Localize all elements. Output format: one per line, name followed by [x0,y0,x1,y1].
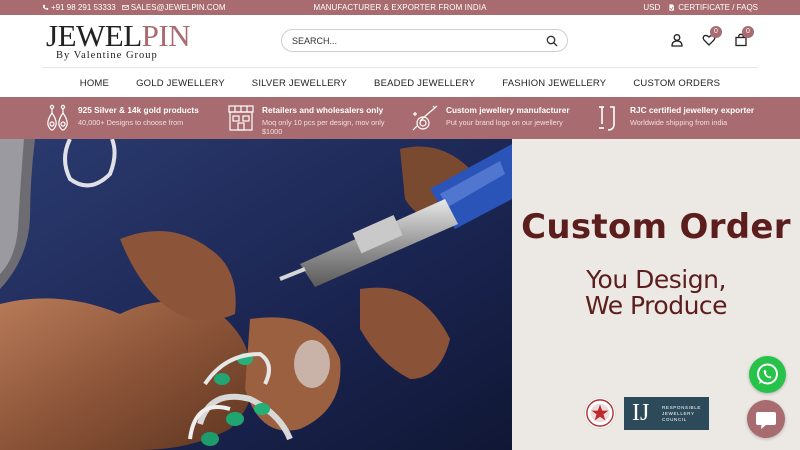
chat-button[interactable] [747,400,785,438]
document-icon [669,4,675,11]
rjc-text-line: COUNCIL [662,417,687,422]
hero-headline: Custom Order [521,207,791,247]
certificate-faqs-label: CERTIFICATE / FAQS [678,3,758,12]
rjc-logo: IJ RESPONSIBLE JEWELLERY COUNCIL [624,397,709,430]
nav-silver-jewellery[interactable]: SILVER JEWELLERY [238,68,360,97]
cart-button[interactable]: 0 [734,26,754,47]
feature-description: Put your brand logo on our jewellery [446,118,563,127]
earrings-icon [47,104,68,131]
nav-fashion-jewellery[interactable]: FASHION JEWELLERY [489,68,620,97]
nav-beaded-jewellery[interactable]: BEADED JEWELLERY [361,68,489,97]
hero-line-2: We Produce [584,291,728,320]
search-input[interactable] [292,33,532,49]
feature-products: 925 Silver & 14k gold products 40,000+ D… [43,102,213,136]
nav-custom-orders[interactable]: CUSTOM ORDERS [620,68,734,97]
main-nav: HOME GOLD JEWELLERY SILVER JEWELLERY BEA… [0,68,800,97]
logo-wordmark: JEWELPIN [46,20,191,51]
header: JEWELPIN By Valentine Group 0 0 [0,15,800,67]
certificate-faqs-link[interactable]: CERTIFICATE / FAQS [668,3,758,12]
search-bar [281,29,568,52]
search-icon[interactable] [546,35,558,47]
certification-seal-icon [584,397,616,429]
rjc-logo-mark: IJ [632,400,650,426]
jeweller-at-work-photo [0,139,512,450]
logo-jewel: JEWEL [46,18,142,53]
feature-title: Retailers and wholesalers only [262,105,384,115]
whatsapp-icon [757,363,778,385]
whatsapp-button[interactable] [749,356,786,393]
hero-subheadline: You Design, We Produce [512,267,800,319]
feature-rjc: RJC certified jewellery exporter Worldwi… [595,102,770,136]
feature-title: Custom jewellery manufacturer [446,105,570,115]
features-band: 925 Silver & 14k gold products 40,000+ D… [0,97,800,139]
hero-banner[interactable]: Custom Order You Design, We Produce IJ R… [0,139,800,450]
feature-title: RJC certified jewellery exporter [630,105,755,115]
site-logo[interactable]: JEWELPIN By Valentine Group [46,20,191,61]
jewellery-tools-icon [412,105,438,131]
currency-selector[interactable]: USD [643,3,660,12]
top-bar-right: USD CERTIFICATE / FAQS [643,3,758,12]
feature-description: Moq only 10 pcs per design, mov only $10… [262,118,385,136]
rjc-logo-text: RESPONSIBLE JEWELLERY COUNCIL [662,405,701,423]
feature-title: 925 Silver & 14k gold products [78,105,199,115]
nav-home[interactable]: HOME [66,68,122,97]
cart-count-badge: 0 [742,26,754,38]
feature-wholesale: Retailers and wholesalers only Moq only … [227,102,397,136]
logo-pin: PIN [141,18,191,53]
nav-gold-jewellery[interactable]: GOLD JEWELLERY [123,68,239,97]
feature-custom: Custom jewellery manufacturer Put your b… [411,102,581,136]
rjc-icon [599,106,615,131]
top-bar: +91 98 291 53333 SALES@JEWELPIN.COM MANU… [0,0,800,15]
chat-bubble-icon [756,412,776,429]
store-icon [228,105,254,131]
feature-description: Worldwide shipping from india [630,118,728,127]
wishlist-button[interactable]: 0 [702,26,722,47]
feature-description: 40,000+ Designs to choose from [78,118,184,127]
hero-line-1: You Design, [586,265,726,294]
wishlist-count-badge: 0 [710,26,722,38]
user-icon[interactable] [670,33,684,47]
